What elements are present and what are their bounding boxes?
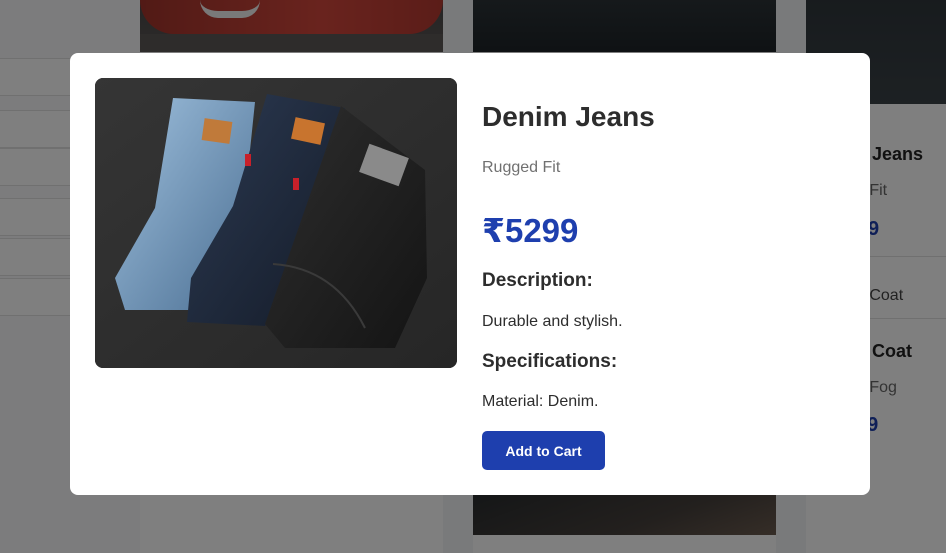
add-to-cart-button[interactable]: Add to Cart <box>482 431 605 470</box>
product-price: ₹5299 <box>482 212 579 249</box>
product-detail-modal: Denim Jeans Rugged Fit ₹5299 Description… <box>70 53 870 495</box>
product-subtitle: Rugged Fit <box>482 159 561 176</box>
description-heading: Description: <box>482 270 593 291</box>
specifications-heading: Specifications: <box>482 351 618 372</box>
description-text: Durable and stylish. <box>482 313 623 330</box>
jeans-photo-icon <box>95 78 457 368</box>
specifications-text: Material: Denim. <box>482 393 599 410</box>
product-title: Denim Jeans <box>482 101 655 132</box>
jeans-product-image <box>95 78 457 368</box>
